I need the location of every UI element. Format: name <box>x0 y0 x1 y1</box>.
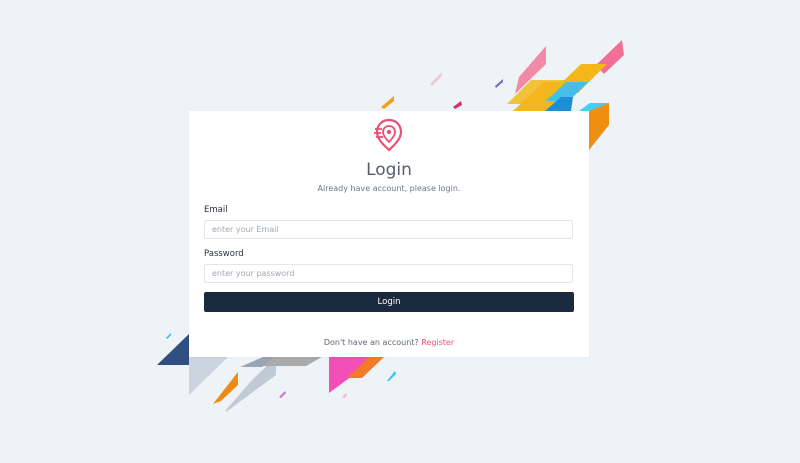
register-prompt: Don't have an account? Register <box>189 338 589 347</box>
password-label: Password <box>204 249 244 259</box>
login-subtitle: Already have account, please login. <box>317 184 461 193</box>
login-button[interactable]: Login <box>204 292 574 312</box>
password-field[interactable] <box>204 264 573 283</box>
email-field[interactable] <box>204 220 573 239</box>
page-title: Login <box>366 160 412 180</box>
location-pin-icon <box>374 117 404 153</box>
register-prompt-text: Don't have an account? <box>323 338 419 347</box>
login-card: Login Already have account, please login… <box>189 111 589 357</box>
register-link[interactable]: Register <box>421 338 454 347</box>
email-label: Email <box>204 205 228 215</box>
